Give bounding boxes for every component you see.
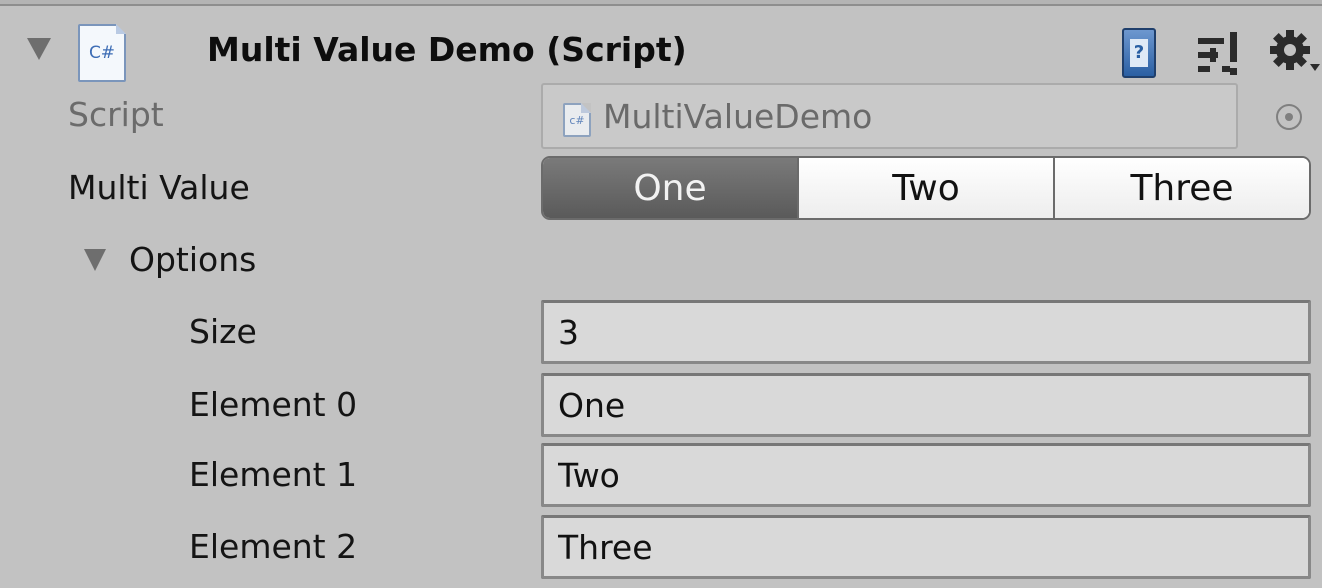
component-foldout-arrow-icon[interactable]	[27, 38, 51, 60]
gear-icon[interactable]	[1268, 28, 1322, 76]
csharp-small-icon-text: c#	[569, 113, 585, 127]
segment-one[interactable]: One	[543, 158, 797, 218]
help-icon-glyph: ?	[1130, 39, 1148, 67]
multi-value-segmented-control[interactable]: One Two Three	[541, 156, 1311, 220]
object-picker-icon[interactable]	[1276, 104, 1302, 130]
element-0-label: Element 0	[189, 385, 358, 424]
multi-value-label: Multi Value	[68, 168, 250, 207]
component-header[interactable]: C# Multi Value Demo (Script) ?	[0, 6, 1322, 86]
csharp-script-small-icon: c#	[563, 103, 591, 137]
segment-three[interactable]: Three	[1053, 158, 1309, 218]
size-field[interactable]	[541, 300, 1311, 364]
options-label[interactable]: Options	[129, 238, 256, 282]
element-2-label: Element 2	[189, 527, 358, 566]
component-title: Multi Value Demo (Script)	[207, 30, 687, 69]
help-book-icon[interactable]: ?	[1122, 28, 1156, 78]
csharp-script-icon: C#	[78, 24, 126, 82]
size-label: Size	[189, 312, 257, 351]
script-field-value: MultiValueDemo	[603, 97, 873, 136]
script-label: Script	[68, 95, 164, 134]
segment-two[interactable]: Two	[797, 158, 1053, 218]
presets-icon[interactable]	[1196, 30, 1240, 78]
csharp-icon-text: C#	[88, 43, 116, 63]
element-2-field[interactable]	[541, 515, 1311, 579]
element-1-label: Element 1	[189, 455, 358, 494]
element-1-field[interactable]	[541, 443, 1311, 507]
element-0-field[interactable]	[541, 373, 1311, 437]
script-object-field[interactable]: c# MultiValueDemo	[541, 83, 1238, 149]
options-foldout-arrow-icon[interactable]	[84, 249, 106, 271]
